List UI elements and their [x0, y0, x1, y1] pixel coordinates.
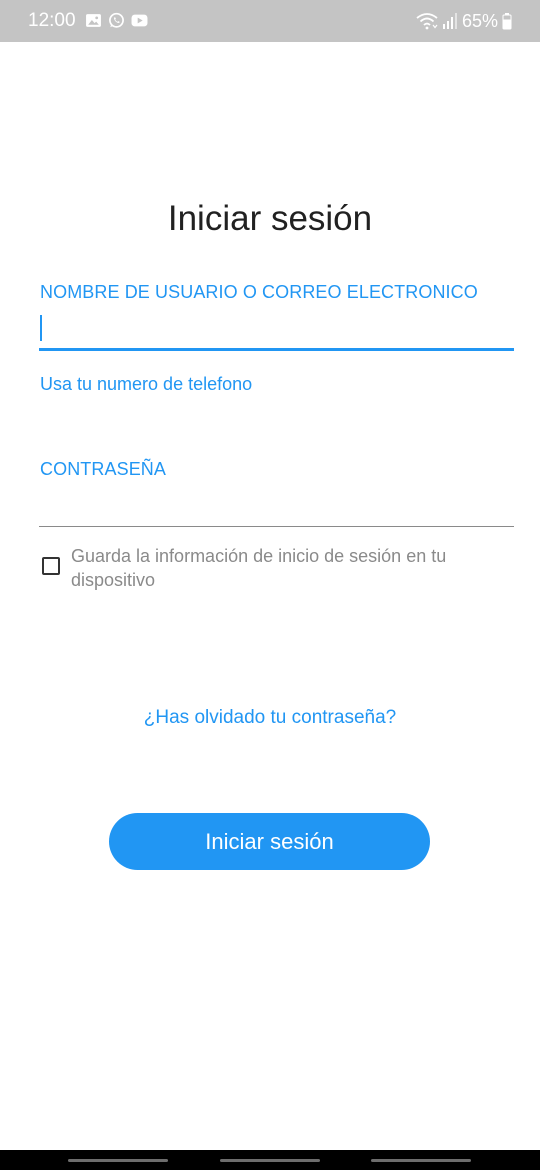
use-phone-link[interactable]: Usa tu numero de telefono [40, 373, 252, 395]
status-time: 12:00 [28, 10, 76, 31]
navigation-bar [0, 1150, 540, 1170]
notification-icons [85, 12, 148, 29]
battery-percentage: 65% [461, 11, 498, 31]
nav-home-handle[interactable] [220, 1159, 320, 1162]
gallery-icon [86, 14, 101, 27]
nav-back-handle[interactable] [371, 1159, 471, 1162]
password-label: CONTRASEÑA [40, 459, 167, 479]
youtube-icon [131, 14, 148, 27]
login-button[interactable]: Iniciar sesión [109, 813, 430, 870]
password-input[interactable] [40, 488, 514, 524]
username-input[interactable] [40, 312, 514, 348]
status-bar: 12:00 65% [0, 0, 540, 42]
forgot-password-link[interactable]: ¿Has olvidado tu contraseña? [0, 706, 540, 730]
login-screen: 12:00 65% Iniciar sesión NOMBRE DE USUAR… [0, 0, 540, 1170]
signal-icon [442, 13, 457, 29]
page-title: Iniciar sesión [167, 199, 373, 238]
whatsapp-icon [109, 12, 124, 28]
remember-checkbox[interactable] [42, 557, 60, 575]
remember-label[interactable]: Guarda la información de inicio de sesió… [71, 544, 511, 592]
username-underline [39, 348, 514, 351]
username-label: NOMBRE DE USUARIO O CORREO ELECTRONICO [40, 282, 478, 302]
battery-icon [502, 13, 512, 30]
system-icons: 65% [416, 10, 512, 32]
wifi-icon [416, 13, 438, 30]
nav-recents-handle[interactable] [68, 1159, 168, 1162]
text-cursor [40, 315, 42, 341]
password-underline [39, 526, 514, 527]
